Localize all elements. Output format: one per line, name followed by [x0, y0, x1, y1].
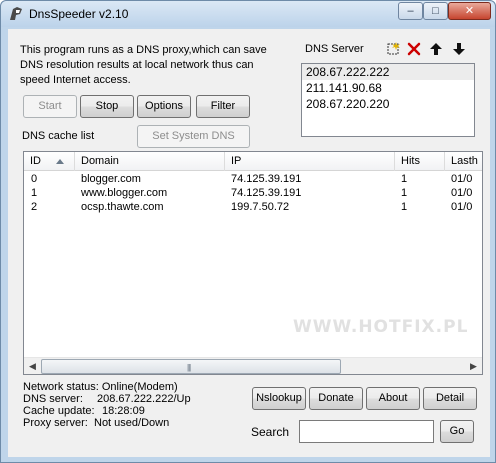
start-button[interactable]: Start [23, 95, 77, 118]
cell-hits: 1 [401, 201, 408, 213]
cache-update-value: 18:28:09 [102, 405, 145, 417]
scroll-left-icon[interactable]: ◀ [24, 358, 41, 374]
cell-ip: 199.7.50.72 [231, 201, 290, 213]
options-button[interactable]: Options [137, 95, 191, 118]
network-status-label: Network status: [23, 381, 99, 393]
cell-lasthit: 01/0 [451, 201, 473, 213]
filter-button[interactable]: Filter [196, 95, 250, 118]
cache-update-status: Cache update: 18:28:09 [23, 405, 178, 417]
proxy-server-status: Proxy server: Not used/Down [23, 417, 178, 429]
window-title: DnsSpeeder v2.10 [29, 7, 129, 21]
title-bar[interactable]: DnsSpeeder v2.10 – □ ✕ [1, 1, 495, 27]
table-row[interactable]: 2 ocsp.thawte.com 199.7.50.72 1 01/0 [24, 200, 482, 214]
column-header-label: ID [30, 155, 41, 167]
minimize-button[interactable]: – [398, 2, 423, 20]
app-window: DnsSpeeder v2.10 – □ ✕ This program runs… [0, 0, 496, 463]
dns-server-item[interactable]: 208.67.222.222 [302, 64, 474, 80]
move-down-icon[interactable] [450, 40, 468, 58]
set-system-dns-button[interactable]: Set System DNS [137, 125, 250, 148]
proxy-server-value: Not used/Down [94, 417, 170, 429]
network-status-value: Online(Modem) [101, 381, 178, 393]
list-body: 0 blogger.com 74.125.39.191 1 01/0 1 www… [24, 172, 482, 214]
cell-id: 0 [31, 173, 38, 185]
dns-server-list[interactable]: 208.67.222.222 211.141.90.68 208.67.220.… [301, 63, 475, 137]
dns-server-status-label: DNS server: [23, 393, 83, 405]
grip-icon: ||| [187, 363, 191, 372]
status-panel: Network status: Online(Modem) DNS server… [23, 381, 191, 429]
dns-server-panel: DNS Server 208.67.222.222 211.141.90.68 … [301, 37, 483, 137]
scroll-right-icon[interactable]: ▶ [465, 358, 482, 374]
dns-server-status-value: 208.67.222.222/Up [97, 393, 191, 405]
cell-domain: www.blogger.com [81, 187, 168, 199]
cell-id: 1 [31, 187, 38, 199]
column-header-domain[interactable]: Domain [75, 152, 225, 171]
cache-update-label: Cache update: [23, 405, 95, 417]
app-icon [10, 7, 22, 20]
sort-ascending-icon [56, 159, 64, 164]
cell-id: 2 [31, 201, 38, 213]
program-description: This program runs as a DNS proxy,which c… [20, 44, 267, 86]
cell-ip: 74.125.39.191 [231, 187, 302, 199]
cell-domain: blogger.com [81, 173, 141, 185]
dns-server-item[interactable]: 211.141.90.68 [302, 80, 474, 96]
dns-server-label: DNS Server [305, 43, 364, 55]
watermark: WWW.HOTFIX.PL [293, 317, 469, 337]
column-header-id[interactable]: ID [24, 152, 75, 171]
column-header-lasthit[interactable]: Lasth [445, 152, 482, 171]
cell-ip: 74.125.39.191 [231, 173, 302, 185]
detail-button[interactable]: Detail [423, 387, 477, 410]
dns-server-item[interactable]: 208.67.220.220 [302, 96, 474, 112]
scrollbar-thumb[interactable]: ||| [41, 359, 341, 374]
dns-server-status: DNS server: 208.67.222.222/Up [23, 393, 191, 405]
cell-hits: 1 [401, 187, 408, 199]
cell-hits: 1 [401, 173, 408, 185]
network-status: Network status: Online(Modem) [23, 381, 178, 393]
table-row[interactable]: 1 www.blogger.com 74.125.39.191 1 01/0 [24, 186, 482, 200]
about-button[interactable]: About [366, 387, 420, 410]
client-area: This program runs as a DNS proxy,which c… [8, 29, 490, 457]
column-header-ip[interactable]: IP [225, 152, 395, 171]
dns-cache-list[interactable]: ID Domain IP Hits Lasth 0 blogger.com 74… [23, 151, 483, 375]
close-button[interactable]: ✕ [448, 2, 491, 20]
cell-domain: ocsp.thawte.com [81, 201, 164, 213]
donate-button[interactable]: Donate [309, 387, 363, 410]
search-label: Search [251, 425, 290, 439]
search-input[interactable] [299, 420, 434, 443]
proxy-server-label: Proxy server: [23, 417, 88, 429]
cell-lasthit: 01/0 [451, 187, 473, 199]
column-header-hits[interactable]: Hits [395, 152, 445, 171]
cell-lasthit: 01/0 [451, 173, 473, 185]
table-row[interactable]: 0 blogger.com 74.125.39.191 1 01/0 [24, 172, 482, 186]
stop-button[interactable]: Stop [80, 95, 134, 118]
horizontal-scrollbar[interactable]: ◀ ||| ▶ [24, 357, 482, 374]
nslookup-button[interactable]: Nslookup [252, 387, 306, 410]
go-button[interactable]: Go [440, 420, 474, 443]
list-header: ID Domain IP Hits Lasth [24, 152, 482, 171]
move-up-icon[interactable] [427, 40, 445, 58]
dns-cache-label: DNS cache list [22, 130, 95, 142]
new-icon[interactable] [384, 40, 402, 58]
delete-icon[interactable] [405, 40, 423, 58]
maximize-button[interactable]: □ [423, 2, 448, 20]
